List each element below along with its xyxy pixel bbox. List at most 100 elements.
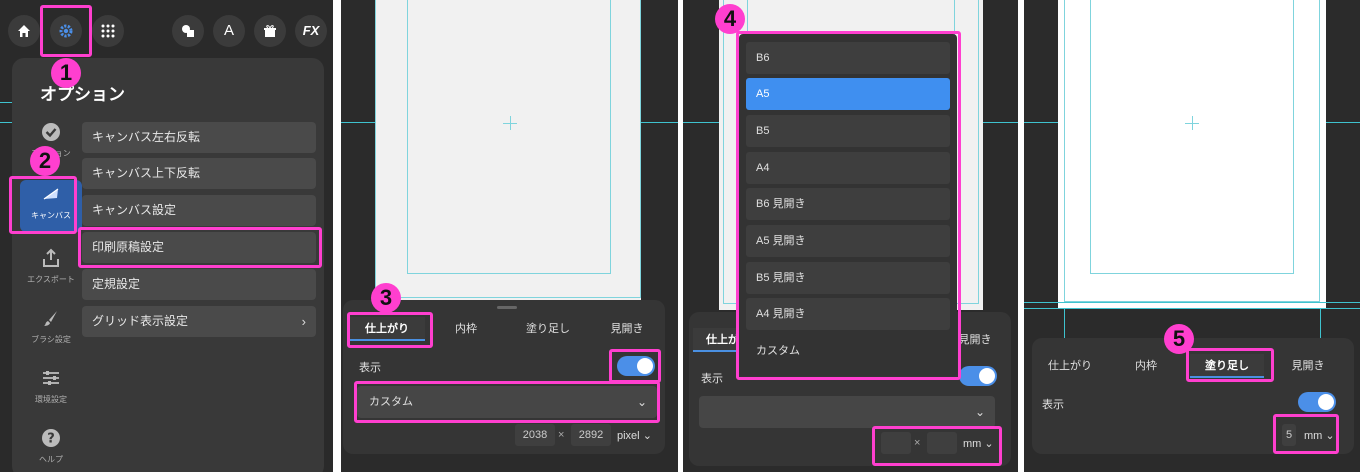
sidebar-item-brush-settings[interactable]: ブラシ設定 <box>20 304 82 356</box>
chevron-down-icon: ⌄ <box>984 438 994 450</box>
brush-icon <box>44 311 57 326</box>
menu-item-flip-horizontal[interactable]: キャンバス左右反転 <box>82 122 316 153</box>
help-icon: ? <box>42 429 60 447</box>
preset-option-b6[interactable]: B6 <box>746 42 950 74</box>
menu-item-label: キャンバス設定 <box>92 203 177 217</box>
chevron-down-icon: ⌄ <box>642 430 652 442</box>
guide-line <box>1024 122 1058 123</box>
svg-text:?: ? <box>47 432 55 447</box>
menu-item-canvas-settings[interactable]: キャンバス設定 <box>82 195 316 226</box>
tab-bleed[interactable]: 塗り足し <box>513 317 583 341</box>
display-toggle[interactable] <box>959 366 997 386</box>
tab-spread[interactable]: 見開き <box>595 317 659 341</box>
unit-select[interactable]: mm ⌄ <box>963 437 994 450</box>
unit-select-value: pixel <box>617 430 640 442</box>
text-a-icon: A <box>223 22 234 39</box>
menu-item-print-settings[interactable]: 印刷原稿設定 <box>82 232 316 263</box>
display-label: 表示 <box>701 373 723 385</box>
tab-inner-frame[interactable]: 内枠 <box>435 317 497 341</box>
menu-item-label: グリッド表示設定 <box>92 314 189 328</box>
print-settings-sheet: 仕上がり 内枠 塗り足し 見開き 表示 カスタム ⌄ 2038 × 2892 p… <box>343 300 665 454</box>
unit-select[interactable]: mm ⌄ <box>1304 429 1335 442</box>
chevron-right-icon: › <box>301 314 306 329</box>
display-toggle[interactable] <box>617 356 655 376</box>
preset-option-a5-spread[interactable]: A5 見開き <box>746 225 950 257</box>
guide-line <box>341 122 375 123</box>
menu-item-grid-settings[interactable]: グリッド表示設定 › <box>82 306 316 337</box>
preset-option-custom[interactable]: カスタム <box>746 335 950 367</box>
shapes-button[interactable] <box>172 15 204 47</box>
fx-button[interactable]: FX <box>295 15 327 47</box>
menu-item-label: 印刷原稿設定 <box>92 240 165 254</box>
step-badge-3: 3 <box>371 283 401 313</box>
sidebar-item-preferences[interactable]: 環境設定 <box>20 364 82 416</box>
bleed-value-input[interactable]: 5 <box>1282 424 1296 446</box>
menu-item-label: 定規設定 <box>92 277 141 291</box>
display-label: 表示 <box>1042 399 1064 411</box>
step-badge-5: 5 <box>1164 324 1194 354</box>
tab-finish[interactable]: 仕上がり <box>349 317 425 341</box>
chevron-down-icon: ⌄ <box>974 405 985 419</box>
preset-select[interactable]: ⌄ <box>699 396 995 428</box>
display-toggle[interactable] <box>1298 392 1336 412</box>
checkmark-circle-icon <box>42 123 60 141</box>
menu-item-label: キャンバス左右反転 <box>92 130 201 144</box>
sidebar-item-canvas[interactable]: キャンバス <box>20 180 82 232</box>
text-button[interactable]: A <box>213 15 245 47</box>
apps-grid-icon <box>101 24 115 38</box>
times-sign: × <box>914 437 921 449</box>
tab-spread[interactable]: 見開き <box>1276 354 1340 378</box>
sidebar-item-help[interactable]: ? ヘルプ <box>20 424 82 472</box>
preset-option-a4-spread[interactable]: A4 見開き <box>746 298 950 330</box>
grid-menu-button[interactable] <box>92 15 124 47</box>
preset-option-a4[interactable]: A4 <box>746 152 950 184</box>
unit-select-value: mm <box>963 438 982 450</box>
preset-option-b5[interactable]: B5 <box>746 115 950 147</box>
guide-line <box>641 122 678 123</box>
display-label: 表示 <box>359 362 381 374</box>
popup-title: オプション <box>40 85 125 104</box>
tab-finish[interactable]: 仕上がり <box>1038 354 1102 378</box>
settings-button[interactable] <box>50 15 82 47</box>
sidebar-item-label: ブラシ設定 <box>31 335 71 344</box>
tab-inner-frame[interactable]: 内枠 <box>1116 354 1176 378</box>
options-panel-screen: A FX オプション アクション キャンバス エクスポート ブラシ設定 環境設定 <box>0 0 333 472</box>
preset-option-b6-spread[interactable]: B6 見開き <box>746 188 950 220</box>
material-button[interactable] <box>254 15 286 47</box>
height-input[interactable]: 2892 <box>571 424 611 446</box>
step-badge-4: 4 <box>715 4 745 34</box>
sheet-grabber[interactable] <box>497 306 517 309</box>
preset-select[interactable]: カスタム ⌄ <box>357 386 657 418</box>
guide-line <box>0 122 12 123</box>
shapes-icon <box>182 25 194 38</box>
canvas-inner-guide <box>1090 0 1294 274</box>
print-settings-sheet: 仕上がり 内枠 塗り足し 見開き 表示 5 mm ⌄ <box>1032 338 1354 454</box>
sidebar-item-label: ヘルプ <box>39 455 63 464</box>
guide-line <box>683 122 719 123</box>
menu-item-flip-vertical[interactable]: キャンバス上下反転 <box>82 158 316 189</box>
sidebar-item-label: エクスポート <box>27 275 75 284</box>
preset-option-b5-spread[interactable]: B5 見開き <box>746 262 950 294</box>
unit-select-value: mm <box>1304 430 1323 442</box>
sidebar-item-export[interactable]: エクスポート <box>20 244 82 296</box>
guide-line <box>1024 302 1360 303</box>
width-input[interactable]: 2038 <box>515 424 555 446</box>
unit-select[interactable]: pixel ⌄ <box>617 429 652 442</box>
preset-option-a5[interactable]: A5 <box>746 78 950 110</box>
menu-item-ruler-settings[interactable]: 定規設定 <box>82 269 316 300</box>
guide-line <box>1320 308 1321 338</box>
sidebar-item-label: キャンバス <box>31 211 71 220</box>
guide-line <box>1064 308 1065 338</box>
fx-label: FX <box>302 23 320 38</box>
home-button[interactable] <box>8 15 40 47</box>
height-input[interactable] <box>927 432 957 454</box>
finish-size-screen: 仕上がり 内枠 塗り足し 見開き 表示 カスタム ⌄ 2038 × 2892 p… <box>341 0 678 472</box>
menu-item-label: キャンバス上下反転 <box>92 166 201 180</box>
width-input[interactable] <box>881 432 911 454</box>
guide-line <box>983 122 1018 123</box>
tab-bleed[interactable]: 塗り足し <box>1190 354 1264 378</box>
guide-line <box>1326 122 1360 123</box>
export-icon <box>43 248 59 267</box>
bleed-settings-screen: 仕上がり 内枠 塗り足し 見開き 表示 5 mm ⌄ 5 <box>1024 0 1360 472</box>
home-icon <box>18 25 30 38</box>
